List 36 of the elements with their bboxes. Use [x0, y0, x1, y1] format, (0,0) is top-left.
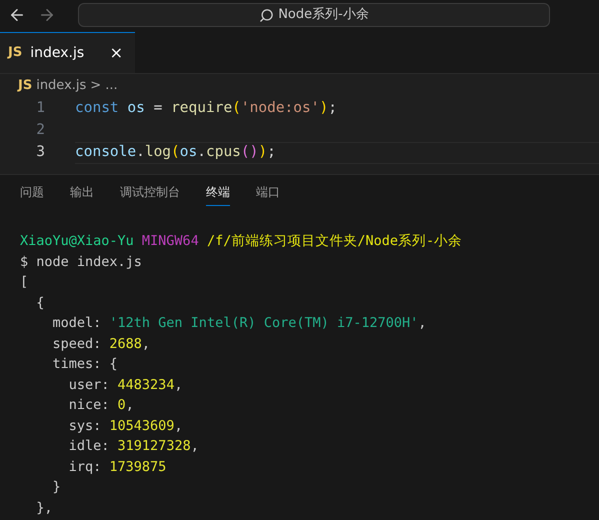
line-number: 2: [35, 121, 45, 140]
forward-icon[interactable]: [38, 6, 56, 24]
panel-tab[interactable]: 调试控制台: [120, 178, 180, 206]
line-number: 1: [35, 99, 45, 118]
panel-tab[interactable]: 输出: [70, 178, 94, 206]
terminal-line: irq: 1739875: [68, 458, 166, 476]
javascript-icon: JS: [8, 43, 22, 63]
line-number: 3: [35, 143, 45, 162]
terminal-line: user: 4483234,: [68, 376, 183, 394]
code-line: console.log(os.cpus());: [75, 142, 599, 164]
terminal-line: sys: 10543609,: [68, 416, 183, 436]
terminal-line: $ node index.js: [20, 252, 142, 272]
search-icon: [259, 8, 274, 22]
terminal-line: idle: 319127328,: [68, 437, 199, 456]
terminal-line: times: {: [52, 355, 118, 374]
terminal-line: {: [35, 294, 44, 312]
code-line: const os = require('node:os');: [75, 99, 337, 118]
search-field[interactable]: Node系列-小余: [78, 3, 550, 27]
terminal-line: },: [35, 498, 53, 518]
close-button[interactable]: ×: [106, 45, 127, 61]
panel-tab[interactable]: 问题: [20, 178, 44, 206]
terminal-line: nice: 0,: [68, 396, 134, 415]
terminal-line: speed: 2688,: [52, 334, 150, 354]
breadcrumb-separator: >: [90, 77, 102, 96]
panel-tab[interactable]: 终端: [206, 178, 230, 206]
terminal-line: [: [20, 273, 28, 292]
panel-tab[interactable]: 端口: [256, 178, 280, 206]
terminal-line: model: '12th Gen Intel(R) Core(TM) i7-12700H',: [52, 314, 426, 333]
javascript-icon: JS: [18, 76, 32, 96]
terminal-line: }: [52, 478, 61, 497]
tab-label: index.js: [30, 44, 84, 62]
back-icon[interactable]: [8, 6, 26, 24]
breadcrumb-item[interactable]: index.js: [36, 76, 86, 96]
editor-tab[interactable]: JS index.js ×: [0, 32, 135, 73]
terminal-line: XiaoYu@Xiao-Yu MINGW64 /f/前端练习项目文件夹/Node系列-小余: [20, 232, 462, 251]
breadcrumb-item[interactable]: ...: [105, 76, 118, 96]
